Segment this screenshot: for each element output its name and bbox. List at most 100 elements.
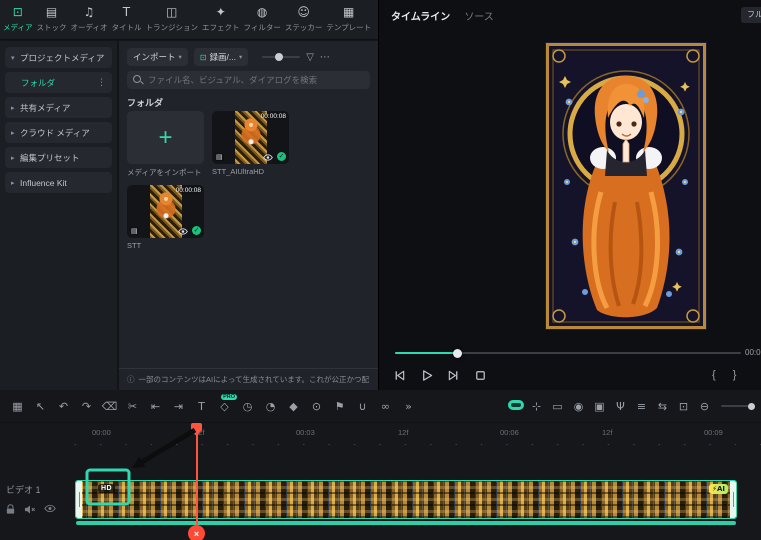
tool-text[interactable]: T [190, 400, 213, 413]
tool-link[interactable]: ∞ [374, 400, 397, 413]
tool-timer[interactable]: ◷ [236, 400, 259, 413]
media-panel: インポート ▾ ⊡ 録画/... ▾ ▽ ⋯ フォルダ + [119, 41, 378, 390]
caret-icon: ▸ [11, 153, 15, 162]
tool-cover[interactable]: ▣ [589, 400, 610, 413]
sidebar-item-folder[interactable]: フォルダ ⋮ [5, 72, 112, 93]
tab-media-icon: ⊡ [12, 5, 23, 19]
media-item[interactable]: 00:00:08 ▤ ✓ STT [127, 185, 204, 250]
tool-undo[interactable]: ↶ [52, 400, 75, 413]
tool-select[interactable]: ↖ [29, 400, 52, 413]
sidebar-item-project-media[interactable]: ▾ プロジェクトメディア [5, 47, 112, 68]
media-item[interactable]: 00:00:08 ▤ ✓ STT_AIUltraHD [212, 111, 289, 178]
sidebar-item-edit-presets[interactable]: ▸ 編集プリセット [5, 147, 112, 168]
tool-canvas-frame[interactable]: ▭ [547, 400, 568, 413]
tab-sticker[interactable]: ☺ ステッカー [283, 5, 325, 33]
tool-trim-right[interactable]: ⇥ [167, 400, 190, 413]
caret-icon: ▸ [11, 178, 15, 187]
preview-eye-icon[interactable] [178, 228, 188, 235]
tool-adjust[interactable]: ≡ [631, 400, 652, 413]
pro-badge: PRO [221, 393, 237, 400]
tool-screen-record[interactable]: ◉ [568, 400, 589, 413]
mute-track-icon[interactable] [24, 504, 36, 515]
play-button[interactable] [420, 369, 433, 382]
local-media-icon: ▤ [215, 153, 224, 161]
caret-icon: ▾ [11, 53, 15, 62]
more-options-icon[interactable]: ⋯ [320, 52, 330, 63]
tab-media[interactable]: ⊡ メディア [1, 5, 34, 33]
added-check-icon: ✓ [192, 226, 201, 235]
tab-template[interactable]: ▦ テンプレート [324, 5, 373, 33]
ruler-tick-label: 12f [398, 428, 409, 437]
filter-icon[interactable]: ▽ [306, 52, 314, 63]
tool-split[interactable]: ✂ [121, 400, 144, 413]
tool-fit[interactable]: ⊡ [673, 400, 694, 413]
tab-sticker-icon: ☺ [297, 5, 310, 19]
preview-artwork [545, 42, 707, 330]
tool-keyframe[interactable]: ◆ [282, 400, 305, 413]
lock-track-icon[interactable] [5, 504, 16, 515]
preview-eye-icon[interactable] [263, 154, 273, 161]
timeline-panel: ▦ ↖ ↶ ↷ ⌫ ✂ ⇤ ⇥ T ◇ PRO ◷ ◔ ◆ ⊙ ⚑ ∪ ∞ » … [0, 390, 761, 540]
source-filter-dropdown[interactable]: ⊡ 録画/... ▾ [193, 48, 249, 66]
video-clip[interactable]: HD ⚡AI [75, 480, 737, 519]
preview-tab-source[interactable]: ソース [464, 8, 494, 23]
search-input[interactable] [148, 75, 364, 85]
timeline-ruler[interactable]: 00:00 12f 00:03 12f 00:06 12f 00:09 [0, 423, 761, 445]
tool-voiceover-mic[interactable]: Ψ [610, 400, 631, 413]
sidebar-item-label: 編集プリセット [20, 152, 80, 163]
quality-selector[interactable]: フル画質 [741, 7, 761, 23]
prev-frame-button[interactable] [393, 369, 406, 382]
tool-trim-left[interactable]: ⇤ [144, 400, 167, 413]
tool-delete[interactable]: ⌫ [98, 400, 121, 413]
tool-track-manager[interactable]: ▦ [6, 400, 29, 413]
import-button[interactable]: インポート ▾ [127, 48, 188, 66]
mark-out-button[interactable]: } [733, 369, 737, 381]
clip-audio-strip[interactable] [76, 521, 736, 525]
tool-speed[interactable]: ◔ [259, 400, 282, 413]
media-search[interactable] [127, 71, 370, 89]
clip-right-handle[interactable] [730, 481, 736, 518]
preview-tab-timeline[interactable]: タイムライン [391, 8, 450, 23]
thumbnail-size-knob[interactable] [275, 53, 284, 61]
timeline-zoom-slider[interactable] [721, 402, 755, 410]
tab-effect[interactable]: ✦ エフェクト [200, 5, 242, 33]
hide-track-icon[interactable] [44, 504, 56, 515]
sidebar-item-label: プロジェクトメディア [20, 52, 105, 63]
tab-stock[interactable]: ▤ ストック [34, 5, 68, 33]
tool-mask[interactable]: ⊹ [526, 400, 547, 413]
tool-swap[interactable]: ⇆ [652, 400, 673, 413]
tab-filter-icon: ◍ [256, 5, 268, 19]
tool-marker[interactable]: ⚑ [328, 400, 351, 413]
tool-more[interactable]: » [397, 400, 420, 413]
tab-label: ストック [36, 23, 67, 32]
sidebar-item-influence-kit[interactable]: ▸ Influence Kit [5, 172, 112, 193]
playback-progress-bar[interactable] [395, 348, 741, 358]
hd-proxy-badge[interactable]: HD [98, 484, 116, 493]
video-track-label: ビデオ 1 [6, 485, 41, 495]
thumbnail-size-slider[interactable] [262, 53, 301, 61]
mark-in-button[interactable]: { [712, 369, 716, 381]
sidebar-item-shared-media[interactable]: ▸ 共有メディア [5, 97, 112, 118]
tool-redo[interactable]: ↷ [75, 400, 98, 413]
tool-zoom[interactable]: ⊙ [305, 400, 328, 413]
tab-audio[interactable]: ♫ オーディオ [68, 5, 109, 33]
notice-text: 一部のコンテンツはAIによって生成されています。これが公正かつ配 [138, 375, 370, 384]
tool-graph-editor[interactable]: ◇ PRO [213, 393, 237, 413]
item-options-icon[interactable]: ⋮ [97, 77, 106, 88]
preview-panel: タイムライン ソース フル画質 [378, 0, 761, 390]
tool-zoom-out[interactable]: ⊖ [694, 400, 715, 413]
tab-filter[interactable]: ◍ フィルター [241, 5, 282, 33]
sidebar-item-cloud-media[interactable]: ▸ クラウド メディア [5, 122, 112, 143]
tool-preview-axis[interactable] [505, 399, 526, 413]
stop-button[interactable] [474, 369, 487, 382]
progress-knob[interactable] [453, 348, 462, 358]
tab-transition[interactable]: ◫ トランジション [143, 5, 200, 33]
timeline-zoom-knob[interactable] [748, 402, 755, 410]
tool-magnet[interactable]: ∪ [351, 400, 374, 413]
next-frame-button[interactable] [447, 369, 460, 382]
playhead-scissor-marker[interactable]: × [188, 525, 205, 540]
tab-title[interactable]: T タイトル [109, 5, 143, 33]
import-media-tile[interactable]: + メディアをインポート [127, 111, 204, 178]
clip-left-handle[interactable] [76, 481, 82, 518]
ruler-tick-label: 00:06 [500, 428, 519, 437]
